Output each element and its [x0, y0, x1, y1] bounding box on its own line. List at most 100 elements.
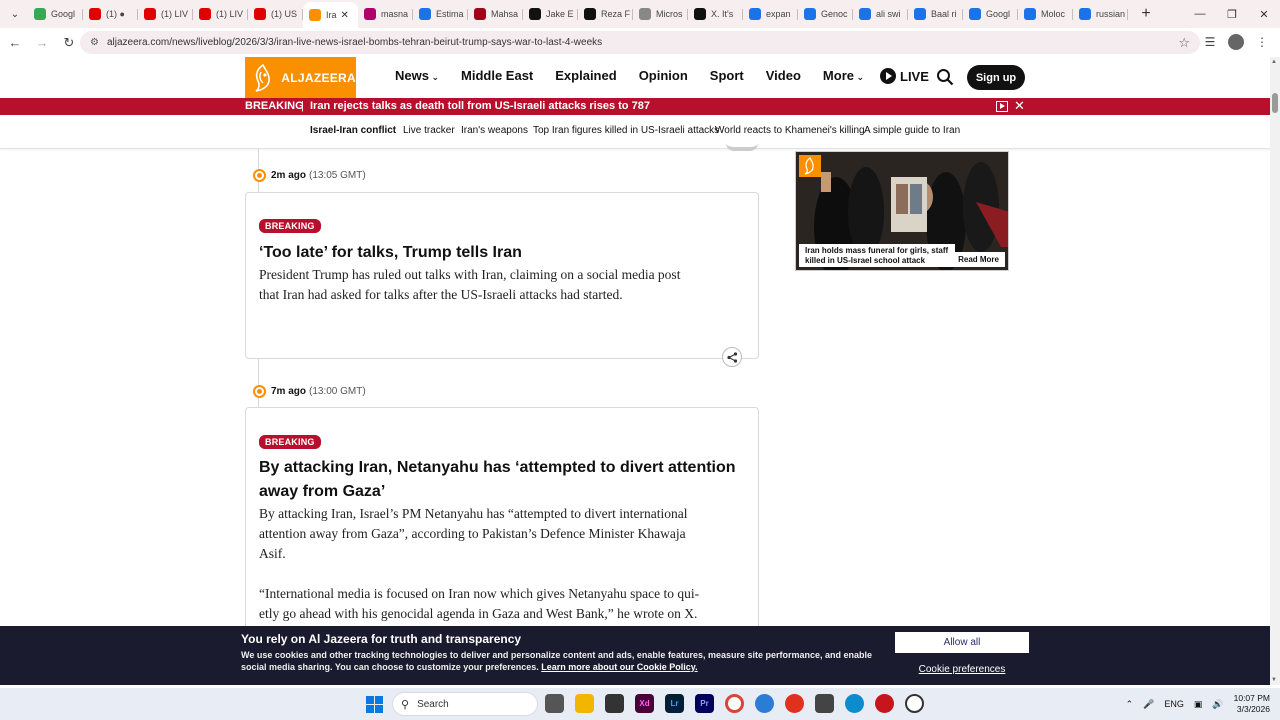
- browser-tab[interactable]: X. It's: [688, 3, 743, 25]
- nav-item-middle-east[interactable]: Middle East: [461, 68, 533, 83]
- messenger-icon[interactable]: [755, 694, 774, 713]
- breaking-news-bar[interactable]: BREAKING | Iran rejects talks as death t…: [0, 98, 1270, 115]
- browser-tab[interactable]: Jake E: [523, 3, 578, 25]
- profile-avatar[interactable]: [1228, 34, 1244, 50]
- close-window-icon[interactable]: ✕: [1248, 0, 1280, 28]
- subnav-link[interactable]: Israel-Iran conflict: [310, 125, 396, 136]
- scrollbar-thumb[interactable]: [1272, 93, 1278, 113]
- app-generic-icon[interactable]: [815, 694, 834, 713]
- address-bar[interactable]: ⚙ aljazeera.com/news/liveblog/2026/3/3/i…: [80, 31, 1200, 54]
- subnav-link[interactable]: A simple guide to Iran: [864, 125, 960, 136]
- browser-tab[interactable]: (1) US: [248, 3, 303, 25]
- task-view-icon[interactable]: [545, 694, 564, 713]
- page-scrollbar[interactable]: ▲ ▼: [1270, 57, 1280, 685]
- browser-tab[interactable]: (1) LIV: [193, 3, 248, 25]
- aljazeera-logo[interactable]: ALJAZEERA: [245, 57, 356, 98]
- nav-item-more[interactable]: More ⌄: [823, 68, 864, 83]
- browser-tab[interactable]: Genoc: [798, 3, 853, 25]
- taskbar-clock[interactable]: 10:07 PM 3/3/2026: [1234, 693, 1270, 715]
- nav-item-label: Video: [765, 68, 801, 83]
- scroll-down-icon[interactable]: ▼: [1271, 677, 1277, 683]
- back-icon[interactable]: ←: [3, 31, 27, 55]
- browser-tab[interactable]: Mahsa: [468, 3, 523, 25]
- subnav-link[interactable]: Iran's weapons: [461, 125, 528, 136]
- reading-list-icon[interactable]: ☰: [1200, 32, 1220, 52]
- premiere-icon[interactable]: Pr: [695, 694, 714, 713]
- microphone-icon[interactable]: 🎤: [1143, 699, 1154, 710]
- scrolled-toggle[interactable]: [726, 141, 758, 151]
- post-body-line: [259, 564, 739, 584]
- browser-tab[interactable]: (1) LIV: [138, 3, 193, 25]
- search-icon[interactable]: [936, 68, 954, 86]
- nav-item-explained[interactable]: Explained: [555, 68, 616, 83]
- language-indicator[interactable]: ENG: [1164, 699, 1184, 709]
- edge-icon[interactable]: [845, 694, 864, 713]
- cookie-preferences-link[interactable]: Cookie preferences: [895, 664, 1029, 675]
- adobe-xd-icon[interactable]: Xd: [635, 694, 654, 713]
- subnav-link[interactable]: Live tracker: [403, 125, 455, 136]
- browser-tab[interactable]: Moloc: [1018, 3, 1073, 25]
- tab-favicon-icon: [309, 9, 321, 21]
- nav-item-news[interactable]: News ⌄: [395, 68, 439, 83]
- new-tab-button[interactable]: +: [1134, 5, 1158, 23]
- chrome-icon[interactable]: [725, 694, 744, 713]
- terminal-icon[interactable]: [605, 694, 624, 713]
- tab-favicon-icon: [199, 8, 211, 20]
- post-title[interactable]: By attacking Iran, Netanyahu has ‘attemp…: [259, 456, 739, 504]
- browser-menu-icon[interactable]: ⋮: [1252, 32, 1272, 52]
- restore-icon[interactable]: ❐: [1216, 0, 1248, 28]
- volume-icon[interactable]: 🔊: [1212, 699, 1223, 710]
- window-controls: — ❐ ✕: [1184, 0, 1280, 28]
- bookmark-star-icon[interactable]: ☆: [1178, 35, 1190, 51]
- browser-tab[interactable]: Googl: [963, 3, 1018, 25]
- windows-start-icon[interactable]: [366, 696, 383, 713]
- allow-all-button[interactable]: Allow all: [895, 632, 1029, 653]
- tab-favicon-icon: [584, 8, 596, 20]
- browser-tab[interactable]: (1) ●: [83, 3, 138, 25]
- time-absolute: (13:05 GMT): [309, 170, 366, 181]
- post-timestamp: 7m ago (13:00 GMT): [253, 385, 366, 398]
- browser-tab[interactable]: Reza F: [578, 3, 633, 25]
- browser-tab[interactable]: Estima: [413, 3, 468, 25]
- site-info-icon[interactable]: ⚙: [90, 37, 99, 48]
- tray-chevron-icon[interactable]: ⌃: [1126, 699, 1134, 710]
- minimize-icon[interactable]: —: [1184, 0, 1216, 28]
- browser-tab[interactable]: Googl: [28, 3, 83, 25]
- share-icon[interactable]: [722, 347, 742, 367]
- browser-tab[interactable]: expan: [743, 3, 798, 25]
- tab-search-chevron-icon[interactable]: ⌄: [4, 3, 26, 25]
- scroll-up-icon[interactable]: ▲: [1271, 59, 1277, 65]
- app-circle-icon[interactable]: [905, 694, 924, 713]
- promo-caption[interactable]: Iran holds mass funeral for girls, staff…: [799, 244, 955, 267]
- forward-icon[interactable]: →: [30, 31, 54, 55]
- tab-favicon-icon: [694, 8, 706, 20]
- subnav-link[interactable]: World reacts to Khamenei's killing: [715, 125, 865, 136]
- nav-item-opinion[interactable]: Opinion: [639, 68, 688, 83]
- browser-tab[interactable]: Micros: [633, 3, 688, 25]
- browser-tab[interactable]: Ira ✕: [303, 2, 358, 28]
- post-title[interactable]: ‘Too late’ for talks, Trump tells Iran: [259, 241, 739, 265]
- live-button[interactable]: LIVE: [880, 68, 929, 84]
- tab-close-icon[interactable]: ✕: [341, 10, 349, 21]
- sign-up-button[interactable]: Sign up: [967, 65, 1025, 90]
- browser-tab[interactable]: ali swi: [853, 3, 908, 25]
- app-red-icon[interactable]: [785, 694, 804, 713]
- featured-story-promo[interactable]: Iran holds mass funeral for girls, staff…: [795, 151, 1009, 271]
- nav-item-sport[interactable]: Sport: [710, 68, 744, 83]
- nav-item-video[interactable]: Video: [766, 68, 801, 83]
- reload-icon[interactable]: ↻: [57, 31, 81, 55]
- browser-tab[interactable]: masna: [358, 3, 413, 25]
- lightroom-icon[interactable]: Lr: [665, 694, 684, 713]
- browser-tab[interactable]: Baal ri: [908, 3, 963, 25]
- subnav-link[interactable]: Top Iran figures killed in US-Israeli at…: [533, 125, 719, 136]
- app-notification-icon[interactable]: [875, 694, 894, 713]
- breaking-play-icon[interactable]: [996, 101, 1008, 112]
- taskbar-search[interactable]: ⚲ Search: [392, 692, 538, 716]
- display-icon[interactable]: ▣: [1194, 699, 1203, 710]
- breaking-close-icon[interactable]: ✕: [1014, 98, 1025, 114]
- breaking-headline[interactable]: Iran rejects talks as death toll from US…: [310, 100, 650, 112]
- read-more-button[interactable]: Read More: [952, 252, 1005, 267]
- file-explorer-icon[interactable]: [575, 694, 594, 713]
- browser-tab[interactable]: russian: [1073, 3, 1128, 25]
- cookie-policy-link[interactable]: Learn more about our Cookie Policy.: [541, 662, 697, 672]
